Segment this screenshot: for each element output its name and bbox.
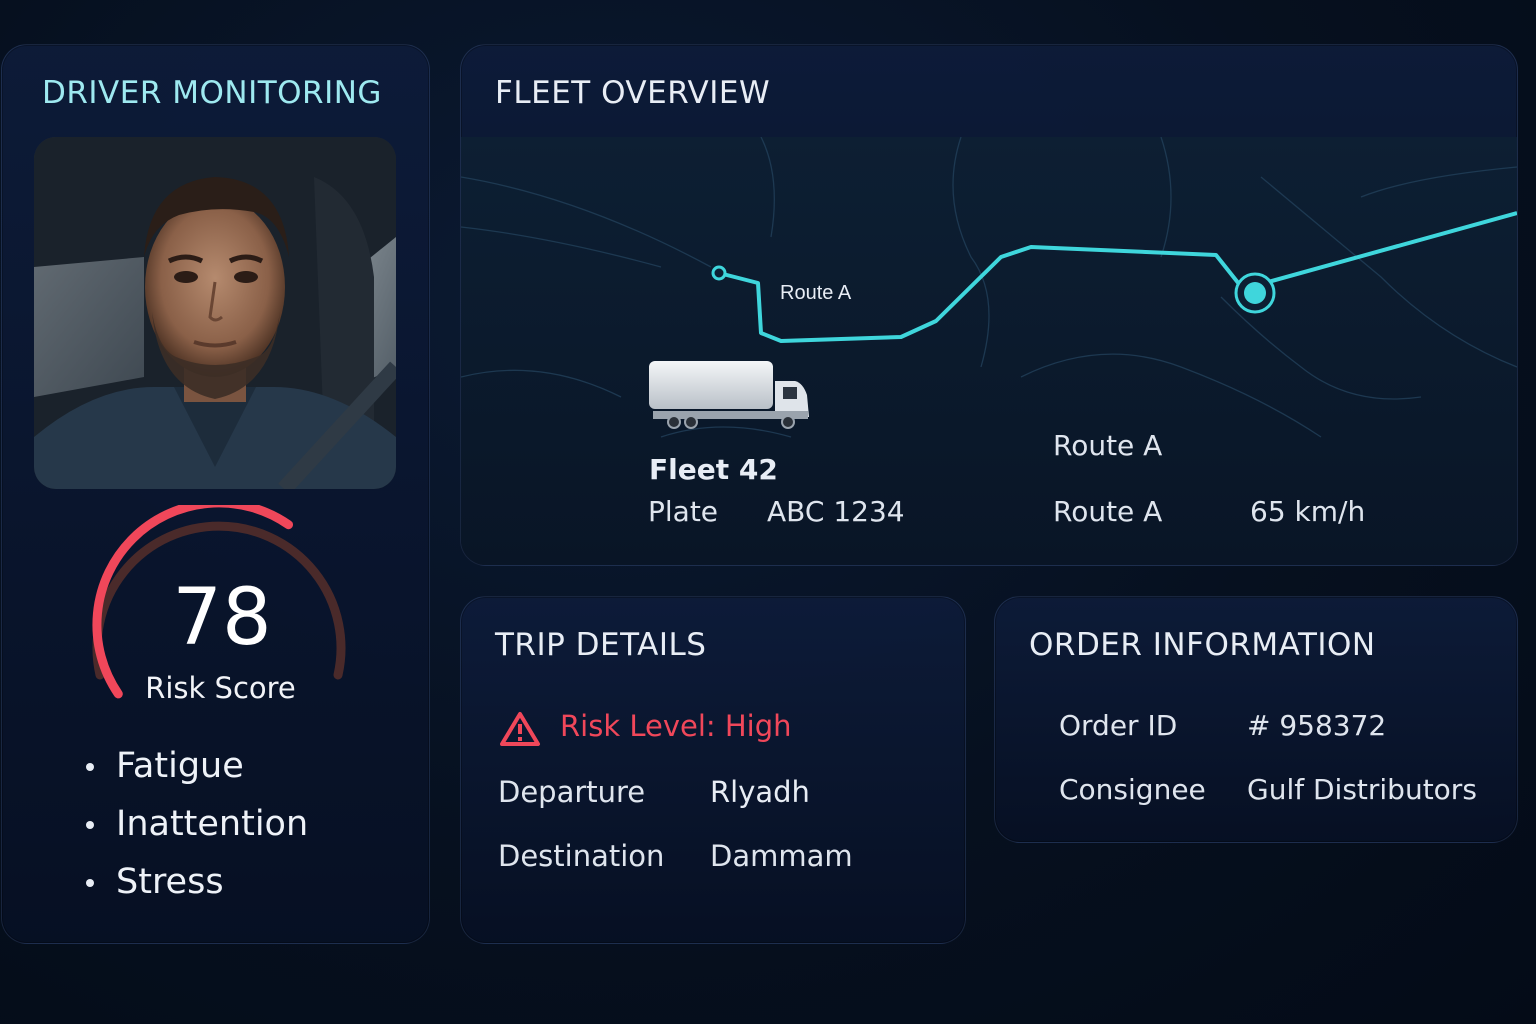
driver-monitoring-panel: DRIVER MONITORING 78 Risk Score Fatigue … <box>1 44 430 944</box>
risk-level: Risk Level: High <box>560 709 792 743</box>
route-label: Route A <box>1053 495 1163 528</box>
route-waypoint-icon[interactable] <box>711 265 727 281</box>
map-route-label: Route A <box>780 282 852 304</box>
fleet-overview-title: FLEET OVERVIEW <box>495 75 771 111</box>
departure-value: Rlyadh <box>710 775 810 809</box>
risk-factor-item: Inattention <box>84 799 308 857</box>
risk-score-label: Risk Score <box>145 671 296 705</box>
order-id-label: Order ID <box>1059 709 1178 742</box>
consignee-label: Consignee <box>1059 773 1206 806</box>
consignee-value: Gulf Distributors <box>1247 773 1477 806</box>
fleet-overview-panel: FLEET OVERVIEW Route A Fleet 42 Plate AB… <box>460 44 1518 566</box>
driver-monitoring-title: DRIVER MONITORING <box>42 75 382 111</box>
order-information-panel: ORDER INFORMATION Order ID # 958372 Cons… <box>994 596 1518 843</box>
destination-label: Destination <box>498 839 665 873</box>
warning-triangle-icon <box>500 712 540 746</box>
risk-factor-item: Fatigue <box>84 741 308 799</box>
route-top-label: Route A <box>1053 429 1163 462</box>
trip-details-panel: TRIP DETAILS Risk Level: High Departure … <box>460 596 966 944</box>
departure-label: Departure <box>498 775 646 809</box>
risk-factor-list: Fatigue Inattention Stress <box>84 741 308 915</box>
order-information-title: ORDER INFORMATION <box>1029 627 1376 663</box>
order-id-value: # 958372 <box>1247 709 1387 742</box>
destination-value: Dammam <box>710 839 853 873</box>
vehicle-name: Fleet 42 <box>649 453 778 486</box>
speed-value: 65 km/h <box>1250 495 1366 528</box>
driver-photo <box>34 137 396 489</box>
trip-details-title: TRIP DETAILS <box>495 627 707 663</box>
plate-value: ABC 1234 <box>767 495 905 528</box>
plate-label: Plate <box>648 495 719 528</box>
risk-score-value: 78 <box>172 573 272 663</box>
risk-factor-item: Stress <box>84 857 308 915</box>
